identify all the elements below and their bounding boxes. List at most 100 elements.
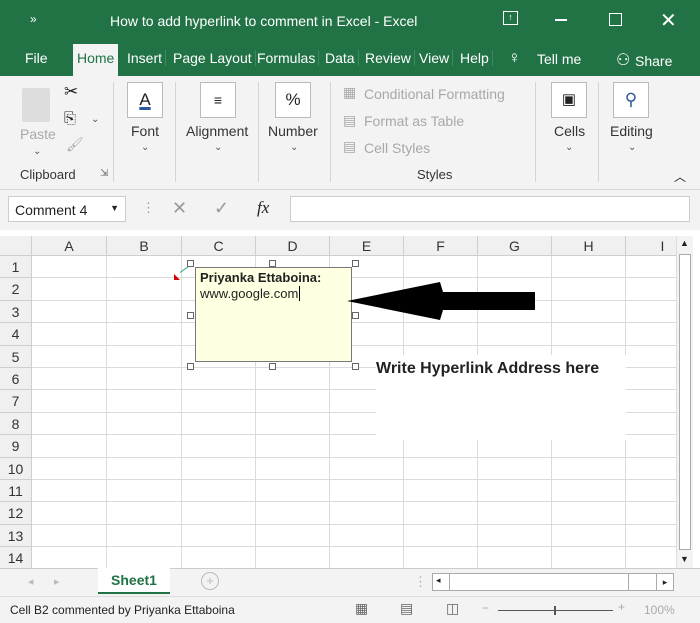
cell[interactable] [107, 278, 182, 301]
row-header[interactable]: 3 [0, 300, 32, 324]
cell[interactable] [32, 300, 107, 324]
scroll-right-button[interactable]: ▸ [656, 573, 674, 591]
tab-review[interactable]: Review [362, 50, 415, 66]
cell[interactable] [32, 390, 107, 413]
row-header[interactable]: 8 [0, 412, 32, 436]
tab-formulas[interactable]: Formulas [254, 50, 320, 66]
comment-box[interactable]: Priyanka Ettaboina: www.google.com [195, 267, 352, 362]
paste-icon[interactable] [22, 88, 50, 122]
editing-button[interactable]: Editing [610, 123, 653, 139]
insert-function-button[interactable]: fx [257, 198, 269, 218]
zoom-level[interactable]: 100% [644, 603, 675, 617]
tab-file[interactable]: File [22, 50, 51, 66]
column-header[interactable]: A [32, 236, 107, 256]
number-button[interactable]: Number [268, 123, 318, 139]
resize-handle[interactable] [269, 363, 276, 370]
cell[interactable] [107, 368, 182, 391]
cell[interactable] [552, 323, 626, 346]
row-header[interactable]: 9 [0, 435, 32, 458]
enter-icon[interactable]: ✓ [214, 198, 229, 219]
page-layout-view-icon[interactable]: ▤ [400, 600, 413, 617]
cell[interactable] [626, 256, 676, 279]
next-sheet-icon[interactable]: ▸ [54, 575, 60, 588]
share-button[interactable]: Share [635, 53, 672, 69]
cell[interactable] [330, 480, 404, 503]
column-header[interactable]: H [552, 236, 626, 256]
cells-button[interactable]: Cells [554, 123, 585, 139]
resize-handle[interactable] [352, 363, 359, 370]
cell[interactable] [32, 256, 107, 279]
cell[interactable] [107, 323, 182, 346]
cell[interactable] [626, 458, 676, 480]
cell[interactable] [107, 390, 182, 413]
tab-page-layout[interactable]: Page Layout [170, 50, 256, 66]
cell[interactable] [32, 368, 107, 391]
select-all-button[interactable] [0, 236, 32, 256]
tell-me-search[interactable]: Tell me [537, 51, 581, 67]
column-header[interactable]: I [626, 236, 676, 256]
font-button[interactable]: Font [131, 123, 159, 139]
cell[interactable] [478, 547, 552, 568]
cell[interactable] [256, 390, 330, 413]
cell[interactable] [626, 547, 676, 568]
cell[interactable] [256, 480, 330, 503]
cell[interactable] [182, 547, 256, 568]
tab-view[interactable]: View [416, 50, 454, 66]
cell[interactable] [626, 525, 676, 548]
name-box[interactable]: Comment 4 ▼ [8, 196, 126, 222]
cell[interactable] [552, 256, 626, 279]
format-as-table-button[interactable]: Format as Table [364, 113, 464, 129]
cell[interactable] [107, 345, 182, 368]
splitter-icon[interactable]: ⋮ [414, 574, 427, 590]
cell[interactable] [182, 524, 256, 548]
cell[interactable] [256, 502, 330, 525]
cell[interactable] [552, 547, 626, 568]
cell[interactable] [107, 502, 182, 525]
search-icon[interactable]: ⚲ [613, 82, 649, 118]
row-header[interactable]: 5 [0, 345, 32, 368]
close-button[interactable]: ✕ [660, 8, 677, 33]
row-header[interactable]: 14 [0, 547, 32, 568]
column-header[interactable]: B [107, 236, 182, 256]
resize-handle[interactable] [187, 312, 194, 319]
cell[interactable] [626, 390, 676, 413]
cell[interactable] [107, 457, 182, 480]
alignment-button[interactable]: Alignment [186, 123, 248, 139]
add-sheet-button[interactable]: + [201, 572, 219, 590]
cell[interactable] [404, 502, 478, 525]
cancel-icon[interactable]: ✕ [172, 198, 187, 219]
cell[interactable] [256, 368, 330, 391]
tab-home[interactable]: Home [73, 44, 119, 76]
conditional-formatting-button[interactable]: Conditional Formatting [364, 86, 505, 102]
row-header[interactable]: 12 [0, 502, 32, 525]
column-header[interactable]: C [182, 236, 256, 256]
alignment-icon[interactable]: ≡ [200, 82, 236, 118]
cell[interactable] [256, 547, 330, 568]
cell[interactable] [32, 323, 107, 346]
cell[interactable] [626, 301, 676, 324]
minimize-button[interactable] [555, 19, 567, 21]
row-header[interactable]: 2 [0, 278, 32, 301]
prev-sheet-icon[interactable]: ◂ [28, 575, 34, 588]
cell[interactable] [182, 502, 256, 525]
cell[interactable] [107, 300, 182, 324]
zoom-in-button[interactable]: + [618, 600, 625, 614]
zoom-out-button[interactable]: − [482, 601, 489, 615]
cell[interactable] [32, 524, 107, 548]
cell[interactable] [404, 547, 478, 568]
cell[interactable] [552, 457, 626, 480]
cell[interactable] [107, 547, 182, 568]
row-header[interactable]: 7 [0, 390, 32, 413]
cell[interactable] [182, 390, 256, 413]
cell[interactable] [182, 368, 256, 391]
cell[interactable] [626, 368, 676, 391]
cell[interactable] [552, 300, 626, 324]
cell[interactable] [552, 278, 626, 301]
cell[interactable] [478, 502, 552, 525]
cell[interactable] [32, 502, 107, 525]
cell[interactable] [478, 524, 552, 548]
tab-insert[interactable]: Insert [124, 50, 167, 66]
cell[interactable] [32, 412, 107, 436]
column-header[interactable]: G [478, 236, 552, 256]
zoom-slider-thumb[interactable] [554, 606, 556, 615]
